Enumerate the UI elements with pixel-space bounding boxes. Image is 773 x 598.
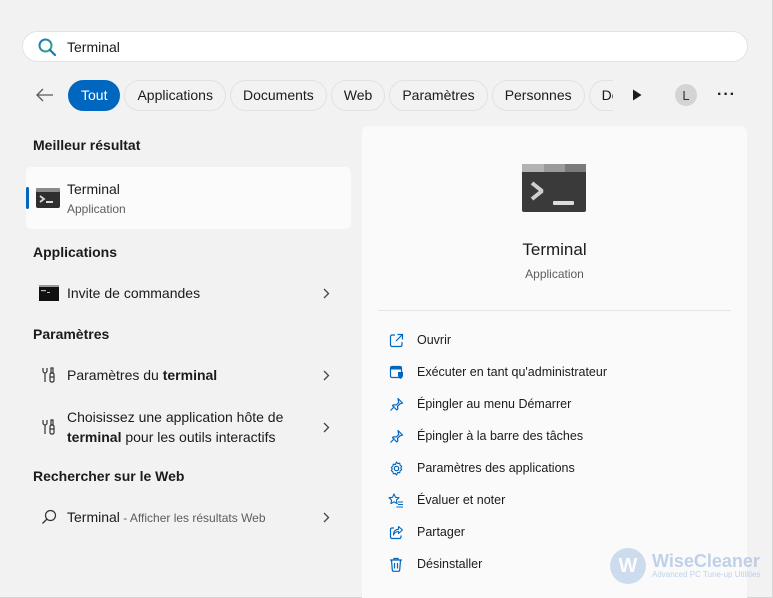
list-item-label: Paramètres du terminal [67, 367, 218, 383]
filter-chip-tout[interactable]: Tout [68, 79, 121, 111]
watermark-name: WiseCleaner [652, 551, 760, 571]
play-arrow-icon [633, 89, 642, 101]
filter-chips: Tout Applications Documents Web Paramètr… [68, 79, 613, 111]
filter-chip-dossiers[interactable]: Dos [588, 79, 613, 111]
action-label: Désinstaller [417, 557, 483, 571]
filter-bar: Tout Applications Documents Web Paramètr… [30, 79, 750, 111]
action-pin-taskbar[interactable]: Épingler à la barre des tâches [378, 422, 731, 450]
star-rate-icon [388, 492, 404, 508]
share-icon [388, 524, 404, 540]
list-item-label: Invite de commandes [67, 285, 201, 301]
watermark-tagline: Advanced PC Tune-up Utilities [652, 570, 761, 579]
chevron-right-icon [321, 370, 331, 381]
run-as-admin-icon [388, 364, 404, 380]
settings-tools-icon [38, 367, 60, 383]
settings-tools-icon [38, 419, 60, 435]
action-run-as-admin[interactable]: Exécuter en tant qu'administrateur [378, 358, 731, 386]
list-item-label: Terminal - Afficher les résultats Web [67, 508, 266, 525]
action-label: Épingler au menu Démarrer [417, 397, 572, 411]
arrow-left-icon [36, 88, 53, 102]
trash-icon [388, 556, 404, 572]
action-pin-start[interactable]: Épingler au menu Démarrer [378, 390, 731, 418]
watermark-logo: W WiseCleaner Advanced PC Tune-up Utilit… [610, 548, 761, 584]
best-result-name: Terminal [67, 181, 120, 197]
action-label: Paramètres des applications [417, 461, 575, 475]
app-name: Terminal [522, 240, 587, 259]
search-input[interactable] [67, 38, 667, 55]
list-item-invite-de-commandes[interactable]: Invite de commandes [26, 279, 351, 307]
action-label: Exécuter en tant qu'administrateur [417, 365, 607, 379]
best-result-type: Application [67, 202, 126, 216]
search-window: Tout Applications Documents Web Paramètr… [0, 0, 773, 598]
filter-chip-personnes[interactable]: Personnes [491, 79, 585, 111]
action-share[interactable]: Partager [378, 518, 731, 546]
list-item-parametres-du-terminal[interactable]: Paramètres du terminal [26, 361, 351, 389]
terminal-icon [522, 164, 586, 212]
filter-chip-parametres[interactable]: Paramètres [389, 79, 488, 111]
app-type: Application [525, 267, 584, 281]
search-icon [38, 509, 60, 525]
open-external-icon [388, 332, 404, 348]
pin-icon [388, 396, 404, 412]
action-label: Ouvrir [417, 333, 452, 347]
section-title-best: Meilleur résultat [33, 137, 141, 153]
details-panel: Terminal Application Ouvrir Exécuter en … [362, 126, 747, 598]
chevron-right-icon [321, 288, 331, 299]
action-ouvrir[interactable]: Ouvrir [378, 326, 731, 354]
section-title-parametres: Paramètres [33, 326, 110, 342]
best-result-item[interactable]: Terminal Application [26, 167, 351, 229]
divider [378, 310, 731, 311]
gear-icon [388, 460, 404, 476]
search-box[interactable] [22, 31, 748, 62]
list-item-choisissez-application-hote[interactable]: Choisissez une application hôte de termin… [26, 406, 351, 448]
watermark-badge: W [610, 548, 646, 584]
action-rate-review[interactable]: Évaluer et noter [378, 486, 731, 514]
section-title-web: Rechercher sur le Web [33, 468, 185, 484]
filter-chip-applications[interactable]: Applications [124, 79, 226, 111]
selection-indicator [26, 187, 29, 209]
action-label: Partager [417, 525, 465, 539]
filter-chip-web[interactable]: Web [330, 79, 386, 111]
list-item-label: Choisissez une application hôte de termin… [67, 409, 284, 445]
command-prompt-icon [38, 285, 60, 301]
list-item-web-search[interactable]: Terminal - Afficher les résultats Web [26, 503, 351, 531]
terminal-icon [36, 188, 60, 208]
pin-icon [388, 428, 404, 444]
action-app-settings[interactable]: Paramètres des applications [378, 454, 731, 482]
chevron-right-icon [321, 422, 331, 433]
search-icon [38, 38, 57, 56]
more-options-button[interactable]: ··· [717, 87, 736, 103]
action-label: Évaluer et noter [417, 493, 506, 507]
action-label: Épingler à la barre des tâches [417, 429, 584, 443]
scroll-filters-button[interactable] [627, 85, 647, 105]
section-title-applications: Applications [33, 244, 118, 260]
chevron-right-icon [321, 512, 331, 523]
avatar[interactable]: L [675, 84, 697, 106]
back-button[interactable] [30, 80, 60, 110]
filter-chip-documents[interactable]: Documents [229, 79, 327, 111]
